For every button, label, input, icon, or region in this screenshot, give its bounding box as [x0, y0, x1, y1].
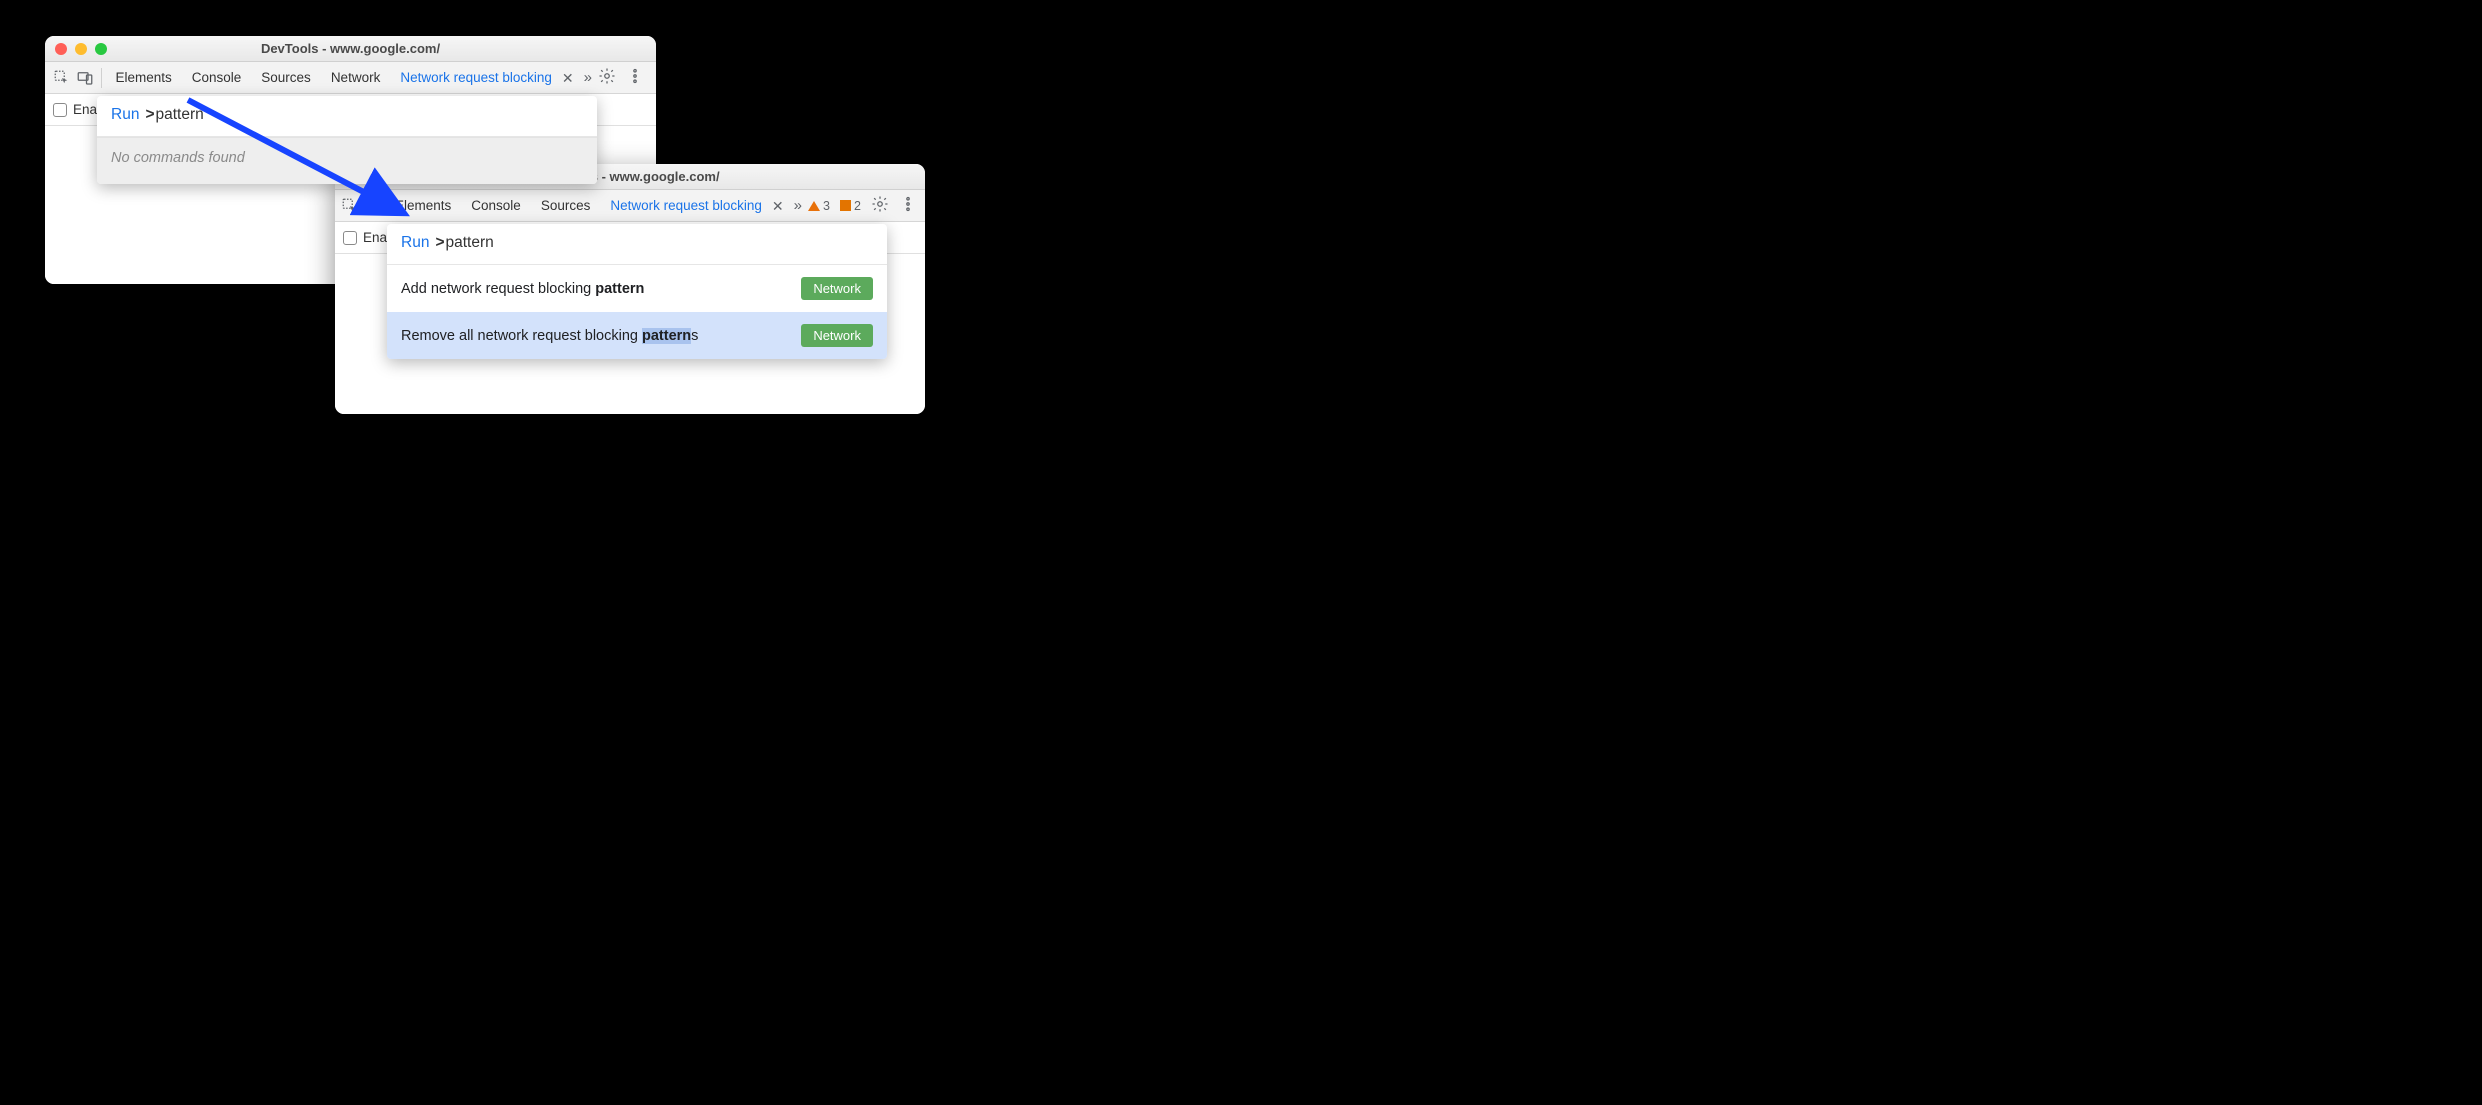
- tab-network-request-blocking[interactable]: Network request blocking: [600, 190, 772, 222]
- more-tabs-icon[interactable]: »: [788, 197, 808, 214]
- tab-sources[interactable]: Sources: [251, 62, 321, 94]
- devtools-window-after: DevTools - www.google.com/ Elements Cons…: [335, 164, 925, 414]
- issues-icon: [840, 200, 851, 211]
- command-input[interactable]: Run >pattern: [387, 224, 887, 265]
- tab-network[interactable]: Network: [321, 62, 391, 94]
- command-run-label: Run: [401, 234, 429, 252]
- command-run-label: Run: [111, 106, 139, 124]
- command-item-add-pattern[interactable]: Add network request blocking pattern Net…: [387, 265, 887, 312]
- issues-badge[interactable]: 2: [840, 199, 861, 213]
- checkbox-icon: [343, 231, 357, 245]
- warnings-count: 3: [823, 199, 830, 213]
- minimize-icon[interactable]: [75, 43, 87, 55]
- issues-count: 2: [854, 199, 861, 213]
- tab-console[interactable]: Console: [182, 62, 252, 94]
- settings-icon[interactable]: [598, 67, 616, 88]
- checkbox-icon: [53, 103, 67, 117]
- command-prefix: >: [145, 106, 154, 123]
- devtools-tabstrip: Elements Console Sources Network request…: [335, 190, 925, 222]
- device-toggle-icon[interactable]: [359, 197, 377, 215]
- command-query: pattern: [156, 106, 204, 123]
- command-query: pattern: [446, 234, 494, 251]
- tab-console[interactable]: Console: [461, 190, 531, 222]
- tab-network-request-blocking[interactable]: Network request blocking: [390, 62, 562, 94]
- command-item-remove-all-patterns[interactable]: Remove all network request blocking patt…: [387, 312, 887, 359]
- command-menu: Run >pattern No commands found: [97, 96, 597, 184]
- window-title: DevTools - www.google.com/: [45, 41, 656, 56]
- command-item-label: Add network request blocking pattern: [401, 281, 644, 297]
- warning-icon: [808, 201, 820, 211]
- tab-close-button[interactable]: ✕: [768, 199, 788, 213]
- kebab-menu-icon[interactable]: [626, 67, 644, 88]
- settings-icon[interactable]: [871, 195, 889, 216]
- window-titlebar[interactable]: DevTools - www.google.com/: [45, 36, 656, 62]
- tab-close-button[interactable]: ✕: [558, 71, 578, 85]
- command-menu: Run >pattern Add network request blockin…: [387, 224, 887, 359]
- separator: [101, 68, 102, 88]
- kebab-menu-icon[interactable]: [899, 195, 917, 216]
- command-prefix: >: [435, 234, 444, 251]
- command-category-badge: Network: [801, 324, 873, 347]
- device-toggle-icon[interactable]: [74, 69, 97, 87]
- close-icon[interactable]: [55, 43, 67, 55]
- traffic-lights: [45, 36, 107, 61]
- warnings-badge[interactable]: 3: [808, 199, 830, 213]
- tab-elements[interactable]: Elements: [385, 190, 461, 222]
- more-tabs-icon[interactable]: »: [578, 69, 598, 86]
- command-empty-state: No commands found: [97, 137, 597, 184]
- devtools-tabstrip: Elements Console Sources Network Network…: [45, 62, 656, 94]
- maximize-icon[interactable]: [95, 43, 107, 55]
- command-category-badge: Network: [801, 277, 873, 300]
- tab-sources[interactable]: Sources: [531, 190, 601, 222]
- command-input[interactable]: Run >pattern: [97, 96, 597, 137]
- inspect-icon[interactable]: [341, 197, 359, 215]
- inspect-icon[interactable]: [51, 69, 74, 87]
- command-item-label: Remove all network request blocking patt…: [401, 328, 698, 344]
- tab-elements[interactable]: Elements: [105, 62, 181, 94]
